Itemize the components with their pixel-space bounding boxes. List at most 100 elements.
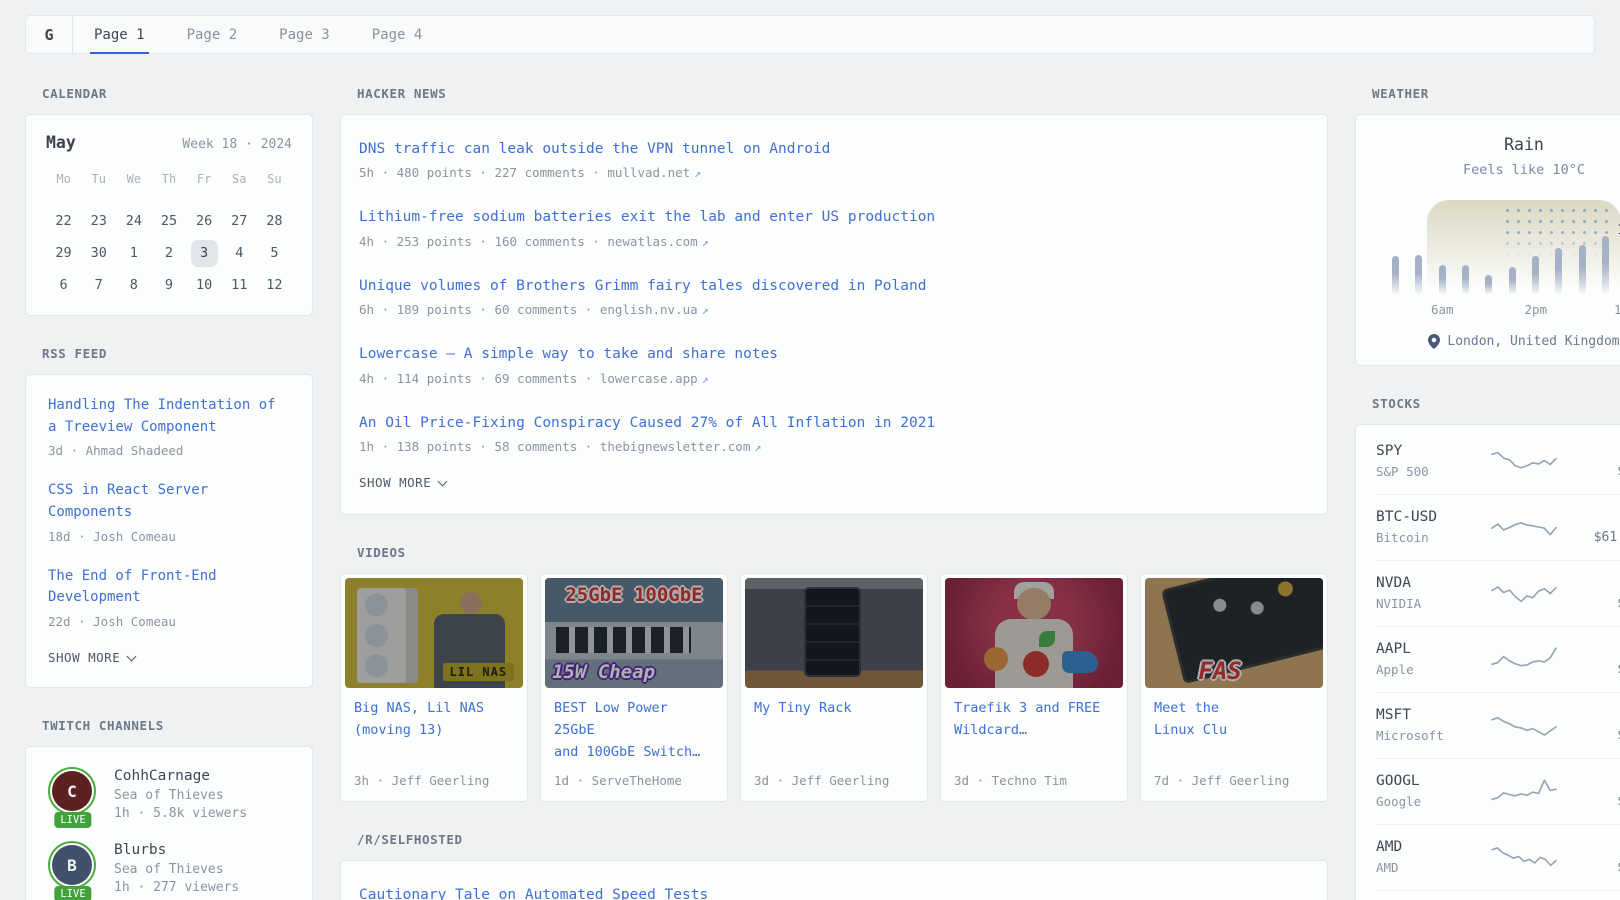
stock-ticker: GOOGL	[1376, 773, 1490, 789]
video-thumbnail[interactable]	[745, 578, 923, 688]
video-title[interactable]: My Tiny Rack	[754, 698, 914, 763]
weather-bar	[1555, 248, 1562, 294]
stock-change: +3.49%	[1558, 575, 1620, 591]
external-link-icon[interactable]: ↗	[702, 303, 709, 317]
stock-sparkline	[1490, 776, 1558, 806]
stock-ticker: BTC-USD	[1376, 509, 1490, 525]
calendar-grid: 22 23 24 25	[46, 208, 292, 299]
rss-item-title[interactable]: The End of Front-End Development	[48, 566, 290, 609]
reddit-section: /R/SELFHOSTED Cautionary Tale on Automat…	[340, 832, 1328, 900]
external-link-icon[interactable]: ↗	[702, 235, 709, 249]
source-link[interactable]: english.nv.ua	[600, 302, 698, 317]
weather-chart: 12°	[1384, 202, 1620, 294]
video-title[interactable]: Meet the Linux Clu	[1154, 698, 1314, 763]
hacker-news-item-meta: 1h · 138 points · 58 comments · thebigne…	[359, 439, 1309, 454]
stock-ticker: MSFT	[1376, 707, 1490, 723]
rss-show-more-button[interactable]: SHOW MORE	[48, 650, 290, 665]
calendar-dow: We	[116, 168, 151, 192]
video-thumbnail[interactable]	[945, 578, 1123, 688]
twitch-channel-row[interactable]: C LIVE CohhCarnage Sea of Thieves 1h · 5…	[48, 767, 290, 821]
rss-item-title[interactable]: Handling The Indentation of a Treeview C…	[48, 395, 290, 438]
hacker-news-item-title[interactable]: Lowercase – A simple way to take and sha…	[359, 343, 1309, 365]
stock-ticker: AMD	[1376, 839, 1490, 855]
app-logo[interactable]: G	[26, 16, 73, 53]
weather-bar	[1509, 267, 1516, 294]
twitch-channel-row[interactable]: B LIVE Blurbs Sea of Thieves 1h · 277 vi…	[48, 841, 290, 895]
top-nav: G Page 1 Page 2 Page 3 Page 4	[25, 15, 1595, 54]
source-link[interactable]: thebignewsletter.com	[600, 439, 751, 454]
video-title[interactable]: BEST Low Power 25GbE and 100GbE Switch…	[554, 698, 714, 763]
nav-tab[interactable]: Page 3	[258, 16, 351, 53]
video-card[interactable]: My Tiny Rack 3d · Jeff Geerling	[740, 573, 928, 802]
hacker-news-item-title[interactable]: An Oil Price-Fixing Conspiracy Caused 27…	[359, 412, 1309, 434]
stock-left: BTC-USD Bitcoin	[1376, 509, 1490, 545]
videos-carousel: LIL NAS	[340, 573, 1328, 802]
video-card[interactable]: Traefik 3 and FREE Wildcard… 3d · Techno…	[940, 573, 1128, 802]
weather-bar	[1532, 256, 1539, 294]
stock-row[interactable]: SPY S&P 500 +1.32% $511.69	[1376, 429, 1620, 495]
calendar-day: 7	[81, 272, 116, 299]
calendar-week-year: Week 18 · 2024	[182, 137, 292, 152]
stock-row[interactable]: AMD AMD +2.97% $150.50	[1376, 825, 1620, 891]
video-meta: 3d · Jeff Geerling	[754, 773, 914, 788]
hacker-news-item-title[interactable]: Unique volumes of Brothers Grimm fairy t…	[359, 275, 1309, 297]
source-link[interactable]: mullvad.net	[607, 165, 690, 180]
calendar-day: 11	[222, 272, 257, 299]
stock-row[interactable]: NVDA NVIDIA +3.49% $888.12	[1376, 561, 1620, 627]
video-thumbnail[interactable]: 25GbE 100GbE 15W Cheap	[545, 578, 723, 688]
weather-condition: Rain	[1356, 135, 1620, 154]
stock-ticker: AAPL	[1376, 641, 1490, 657]
video-meta: 3d · Techno Tim	[954, 773, 1114, 788]
twitch-channel-game: Sea of Thieves	[114, 788, 247, 803]
hacker-news-item-title[interactable]: DNS traffic can leak outside the VPN tun…	[359, 138, 1309, 160]
stock-price: $406.76	[1558, 728, 1620, 743]
stock-sparkline	[1490, 578, 1558, 608]
source-link[interactable]: newatlas.com	[607, 234, 697, 249]
calendar-day: 10	[187, 272, 222, 299]
source-link[interactable]: lowercase.app	[600, 371, 698, 386]
weather-section: WEATHER Rain Feels like 10°C	[1355, 86, 1620, 366]
video-card[interactable]: LIL NAS	[340, 573, 528, 802]
video-thumbnail[interactable]: FAS	[1145, 578, 1323, 688]
stock-row[interactable]: RDDT -1.59%	[1376, 891, 1620, 900]
external-link-icon[interactable]: ↗	[694, 166, 701, 180]
stock-row[interactable]: GOOGL Google +0.25% $167.03	[1376, 759, 1620, 825]
stock-left: AAPL Apple	[1376, 641, 1490, 677]
weather-bar	[1462, 265, 1469, 294]
stock-sparkline	[1490, 842, 1558, 872]
weather-axis: 6am 2pm 10pm	[1384, 302, 1620, 320]
rss-item-title[interactable]: CSS in React Server Components	[48, 480, 290, 523]
twitch-channel-game: Sea of Thieves	[114, 862, 239, 877]
twitch-widget: C LIVE CohhCarnage Sea of Thieves 1h · 5…	[25, 746, 313, 900]
calendar-day: 22	[46, 208, 81, 235]
nav-tab[interactable]: Page 2	[166, 16, 259, 53]
video-title[interactable]: Traefik 3 and FREE Wildcard…	[954, 698, 1114, 763]
calendar-day: 3	[187, 240, 222, 267]
stock-row[interactable]: AAPL Apple +6.63% $184.51	[1376, 627, 1620, 693]
video-thumbnail[interactable]: LIL NAS	[345, 578, 523, 688]
dashboard-grid: CALENDAR May Week 18 · 2024 MoTuWeThFrSa…	[25, 86, 1595, 900]
twitch-section-title: TWITCH CHANNELS	[42, 718, 313, 733]
hacker-news-item-title[interactable]: Lithium-free sodium batteries exit the l…	[359, 206, 1309, 228]
calendar-day: 25	[151, 208, 186, 235]
external-link-icon[interactable]: ↗	[754, 440, 761, 454]
reddit-widget: Cautionary Tale on Automated Speed Tests…	[340, 860, 1328, 900]
hacker-news-show-more-button[interactable]: SHOW MORE	[359, 475, 1309, 490]
stock-row[interactable]: MSFT Microsoft +2.24% $406.76	[1376, 693, 1620, 759]
reddit-item-title[interactable]: Cautionary Tale on Automated Speed Tests	[359, 884, 1309, 900]
video-card[interactable]: FAS Meet the Linux Clu 7d · Jeff Geerlin…	[1140, 573, 1328, 802]
weather-bar	[1392, 256, 1399, 294]
twitch-channel-info: Blurbs Sea of Thieves 1h · 277 viewers	[114, 841, 239, 895]
nav-tab[interactable]: Page 4	[351, 16, 444, 53]
hacker-news-item: Lithium-free sodium batteries exit the l…	[359, 206, 1309, 248]
video-card[interactable]: 25GbE 100GbE 15W Cheap	[540, 573, 728, 802]
middle-column: HACKER NEWS DNS traffic can leak outside…	[340, 86, 1328, 900]
rss-item: The End of Front-End Development 22d · J…	[48, 566, 290, 629]
stock-sparkline	[1490, 512, 1558, 542]
video-title[interactable]: Big NAS, Lil NAS (moving 13)	[354, 698, 514, 763]
rss-section: RSS FEED Handling The Indentation of a T…	[25, 346, 313, 688]
external-link-icon[interactable]: ↗	[702, 372, 709, 386]
thumbnail-dim-overlay	[945, 578, 1123, 688]
stock-row[interactable]: BTC-USD Bitcoin +4.56% $61,820.02	[1376, 495, 1620, 561]
nav-tab[interactable]: Page 1	[73, 16, 166, 53]
